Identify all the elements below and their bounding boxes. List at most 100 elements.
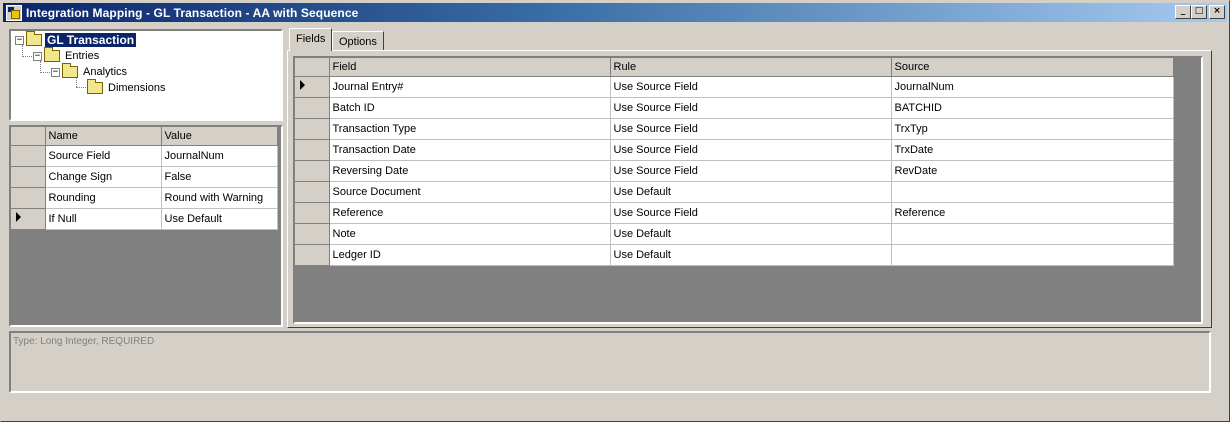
column-header-rule[interactable]: Rule (610, 58, 892, 77)
field-rule[interactable]: Use Default (610, 244, 892, 266)
window-title: Integration Mapping - GL Transaction - A… (26, 5, 359, 20)
field-name[interactable]: Ledger ID (329, 244, 611, 266)
field-name[interactable]: Transaction Date (329, 139, 611, 161)
field-rule[interactable]: Use Source Field (610, 118, 892, 140)
tree-node-dimensions[interactable]: Dimensions (87, 79, 167, 96)
row-indicator[interactable] (295, 97, 330, 119)
field-rule[interactable]: Use Default (610, 223, 892, 245)
field-name[interactable]: Batch ID (329, 97, 611, 119)
property-name[interactable]: If Null (45, 208, 162, 230)
field-row[interactable]: Batch ID Use Source Field BATCHID (295, 97, 1174, 119)
row-indicator[interactable] (11, 145, 46, 167)
row-indicator[interactable] (295, 181, 330, 203)
property-row[interactable]: Source Field JournalNum (11, 145, 278, 167)
row-indicator[interactable] (11, 208, 46, 230)
column-header-field[interactable]: Field (329, 58, 611, 77)
field-row[interactable]: Transaction Date Use Source Field TrxDat… (295, 139, 1174, 161)
field-source[interactable] (891, 181, 1174, 203)
column-header-source[interactable]: Source (891, 58, 1174, 77)
field-name[interactable]: Transaction Type (329, 118, 611, 140)
row-indicator[interactable] (295, 244, 330, 266)
mapping-tree[interactable]: − GL Transaction − Entries − Analytics D… (9, 29, 283, 121)
field-name[interactable]: Source Document (329, 181, 611, 203)
collapse-toggle[interactable]: − (15, 35, 24, 45)
row-indicator[interactable] (295, 139, 330, 161)
field-row[interactable]: Journal Entry# Use Source Field JournalN… (295, 76, 1174, 98)
fields-grid[interactable]: Field Rule Source Journal Entry# Use Sou… (293, 56, 1203, 324)
tree-node-entries[interactable]: − Entries (33, 47, 101, 64)
field-name[interactable]: Journal Entry# (329, 76, 611, 98)
column-header-name[interactable]: Name (45, 127, 162, 146)
tree-node-label: Dimensions (108, 82, 166, 94)
field-source[interactable] (891, 223, 1174, 245)
tab-options[interactable]: Options (332, 31, 384, 51)
field-source[interactable]: JournalNum (891, 76, 1174, 98)
field-row[interactable]: Source Document Use Default (295, 181, 1174, 203)
tree-connector (40, 72, 50, 73)
fields-tab-panel: Field Rule Source Journal Entry# Use Sou… (287, 50, 1212, 328)
field-source[interactable]: TrxDate (891, 139, 1174, 161)
row-indicator-header (11, 127, 46, 146)
row-indicator[interactable] (295, 118, 330, 140)
tree-node-label: Entries (65, 50, 100, 62)
field-rule[interactable]: Use Default (610, 181, 892, 203)
property-name[interactable]: Source Field (45, 145, 162, 167)
row-indicator[interactable] (295, 223, 330, 245)
field-row[interactable]: Note Use Default (295, 223, 1174, 245)
field-name[interactable]: Reversing Date (329, 160, 611, 182)
property-value[interactable]: False (161, 166, 278, 188)
row-indicator[interactable] (11, 166, 46, 188)
folder-open-icon (26, 31, 42, 46)
maximize-button[interactable]: □ (1191, 5, 1207, 19)
row-indicator[interactable] (295, 202, 330, 224)
field-source[interactable]: RevDate (891, 160, 1174, 182)
field-type-description: Type: Long Integer, REQUIRED (13, 336, 155, 347)
fields-table: Field Rule Source Journal Entry# Use Sou… (295, 58, 1174, 266)
collapse-toggle[interactable]: − (33, 51, 42, 61)
folder-open-icon (44, 47, 60, 62)
integration-mapping-window: Integration Mapping - GL Transaction - A… (0, 0, 1230, 422)
row-indicator[interactable] (295, 76, 330, 98)
field-row[interactable]: Reversing Date Use Source Field RevDate (295, 160, 1174, 182)
field-name[interactable]: Reference (329, 202, 611, 224)
tree-node-analytics[interactable]: − Analytics (51, 63, 129, 80)
field-rule[interactable]: Use Source Field (610, 160, 892, 182)
field-row[interactable]: Transaction Type Use Source Field TrxTyp (295, 118, 1174, 140)
folder-open-icon (62, 63, 78, 78)
close-button[interactable]: × (1209, 5, 1225, 19)
property-name[interactable]: Change Sign (45, 166, 162, 188)
collapse-toggle[interactable]: − (51, 67, 60, 77)
field-row[interactable]: Reference Use Source Field Reference (295, 202, 1174, 224)
field-name[interactable]: Note (329, 223, 611, 245)
folder-icon (87, 79, 103, 94)
minimize-button[interactable]: _ (1175, 5, 1191, 19)
property-value[interactable]: Use Default (161, 208, 278, 230)
field-source[interactable] (891, 244, 1174, 266)
row-indicator[interactable] (295, 160, 330, 182)
current-row-arrow-icon (16, 212, 21, 222)
property-value[interactable]: Round with Warning (161, 187, 278, 209)
field-source[interactable]: BATCHID (891, 97, 1174, 119)
field-rule[interactable]: Use Source Field (610, 139, 892, 161)
field-row[interactable]: Ledger ID Use Default (295, 244, 1174, 266)
property-row[interactable]: Rounding Round with Warning (11, 187, 278, 209)
properties-grid[interactable]: Name Value Source Field JournalNum Chang… (9, 125, 283, 327)
caption-buttons: _ □ × (1175, 5, 1225, 19)
field-source[interactable]: TrxTyp (891, 118, 1174, 140)
field-rule[interactable]: Use Source Field (610, 97, 892, 119)
property-value[interactable]: JournalNum (161, 145, 278, 167)
field-rule[interactable]: Use Source Field (610, 202, 892, 224)
column-header-value[interactable]: Value (161, 127, 278, 146)
property-row[interactable]: Change Sign False (11, 166, 278, 188)
row-indicator[interactable] (11, 187, 46, 209)
field-rule[interactable]: Use Source Field (610, 76, 892, 98)
fields-header-row: Field Rule Source (295, 58, 1174, 77)
tab-fields[interactable]: Fields (289, 28, 333, 51)
title-bar[interactable]: Integration Mapping - GL Transaction - A… (3, 3, 1227, 22)
field-source[interactable]: Reference (891, 202, 1174, 224)
property-name[interactable]: Rounding (45, 187, 162, 209)
tree-node-gl-transaction[interactable]: − GL Transaction (15, 31, 137, 48)
app-icon[interactable] (6, 4, 22, 21)
current-row-arrow-icon (300, 80, 305, 90)
property-row[interactable]: If Null Use Default (11, 208, 278, 230)
